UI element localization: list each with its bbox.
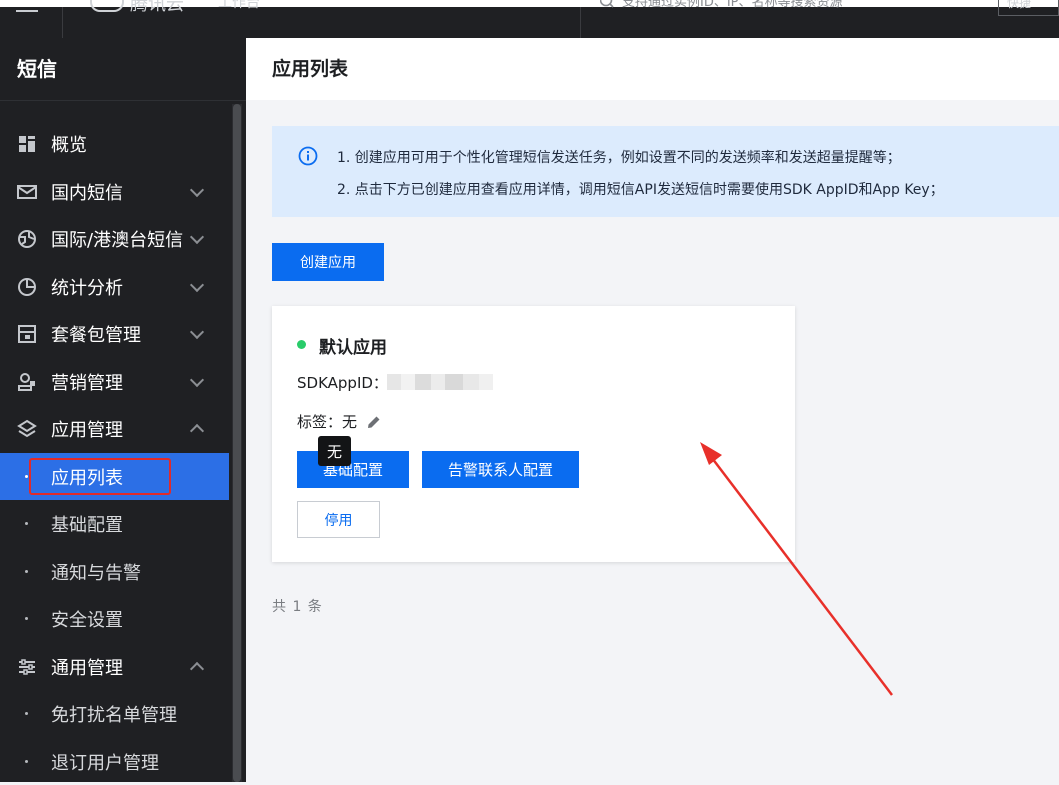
sidebar-subitem-label: 应用列表 [51,467,123,489]
app-name: 默认应用 [319,338,387,358]
sidebar-subitem-label: 通知与告警 [51,562,141,584]
sidebar-subitem-label: 退订用户管理 [51,752,159,774]
bullet-icon [25,617,28,620]
sidebar-item-overview[interactable]: 概览 [0,120,229,167]
sidebar-subitem-label: 安全设置 [51,609,123,631]
total-count: 共 1 条 [272,599,323,615]
sidebar-item-statistics[interactable]: 统计分析 [0,263,229,310]
create-app-button[interactable]: 创建应用 [272,243,384,281]
bullet-icon [25,522,28,525]
sidebar-item-app-management[interactable]: 应用管理 [0,405,229,452]
sidebar-subitem-do-not-disturb[interactable]: 免打扰名单管理 [0,690,229,737]
chevron-down-icon [189,324,205,340]
sidebar-item-label: 概览 [51,134,87,156]
sidebar-item-label: 套餐包管理 [51,324,141,346]
disable-button[interactable]: 停用 [297,501,380,538]
bullet-icon [25,570,28,573]
package-icon [17,324,37,344]
bullet-icon [25,760,28,763]
bullet-icon [25,712,28,715]
sidebar-subitem-security-settings[interactable]: 安全设置 [0,595,229,642]
page-header: 应用列表 [246,38,1059,100]
sidebar-title: 短信 [0,38,246,101]
sdk-appid-value-redacted [387,374,493,390]
sliders-icon [17,657,37,677]
chevron-down-icon [189,182,205,198]
logo[interactable]: 腾讯云 [90,0,186,16]
sidebar-subitem-label: 基础配置 [51,514,123,536]
divider [580,7,581,38]
chevron-up-icon [189,423,205,439]
basic-config-button[interactable]: 基础配置 [297,451,409,488]
notice-line-2: 2. 点击下方已创建应用查看应用详情，调用短信API发送短信时需要使用SDK A… [337,182,944,198]
sidebar-item-label: 统计分析 [51,277,123,299]
cloud-logo-icon [90,0,124,12]
shortcut-button[interactable]: 快捷 [998,0,1059,16]
mail-icon [17,182,37,202]
sidebar-subitem-unsubscribed-users[interactable]: 退订用户管理 [0,738,229,785]
sidebar: 短信 概览 国内短信 国际/港澳台短信 统计分析 套餐包管理 营销管理 应用管理… [0,38,246,782]
chevron-down-icon [189,372,205,388]
sidebar-subitem-notify-alert[interactable]: 通知与告警 [0,548,229,595]
sidebar-item-domestic-sms[interactable]: 国内短信 [0,168,229,215]
sidebar-item-label: 营销管理 [51,372,123,394]
app-card[interactable]: 默认应用 SDKAppID： 标签：无 无 基础配置 告警联系人配置 停用 [272,306,795,562]
sidebar-subitem-app-list[interactable]: 应用列表 [0,453,229,500]
global-search-input[interactable]: 支持通过实例ID、IP、名称等搜索资源 [600,0,960,14]
sidebar-subitem-label: 免打扰名单管理 [51,704,177,726]
logo-text: 腾讯云 [130,0,184,15]
sidebar-item-international-sms[interactable]: 国际/港澳台短信 [0,215,229,262]
tag-tooltip: 无 [318,436,351,466]
sidebar-item-label: 应用管理 [51,419,123,441]
page-title: 应用列表 [272,58,349,80]
sidebar-item-label: 国内短信 [51,182,123,204]
divider [62,7,63,38]
search-icon [600,0,614,8]
globe-icon [17,229,37,249]
grid-icon [17,134,37,154]
status-dot [297,340,306,349]
notice-line-1: 1. 创建应用可用于个性化管理短信发送任务，例如设置不同的发送频率和发送超量提醒… [337,150,901,166]
marketing-icon [17,372,37,392]
menu-icon[interactable] [16,0,38,12]
chevron-up-icon [189,661,205,677]
sidebar-item-general-management[interactable]: 通用管理 [0,643,229,690]
chevron-down-icon [189,277,205,293]
pencil-edit-icon[interactable] [366,414,382,430]
sidebar-item-marketing[interactable]: 营销管理 [0,358,229,405]
layers-icon [17,419,37,439]
info-icon [298,146,318,166]
search-placeholder: 支持通过实例ID、IP、名称等搜索资源 [622,0,843,10]
sidebar-item-package-management[interactable]: 套餐包管理 [0,310,229,357]
sidebar-subitem-basic-config[interactable]: 基础配置 [0,500,229,547]
sidebar-scrollbar-thumb[interactable] [233,104,241,782]
sidebar-item-label: 国际/港澳台短信 [51,229,184,251]
sdk-appid-label: SDKAppID： [297,374,388,392]
info-notice: 1. 创建应用可用于个性化管理短信发送任务，例如设置不同的发送频率和发送超量提醒… [272,126,1059,217]
tag-label: 标签：无 [297,413,358,431]
pie-chart-icon [17,277,37,297]
chevron-down-icon [189,229,205,245]
sidebar-item-label: 通用管理 [51,657,123,679]
workbench-link[interactable]: 工作台 [218,0,260,14]
top-navigation-bar: 腾讯云 工作台 支持通过实例ID、IP、名称等搜索资源 快捷 [0,0,1059,38]
alert-contact-config-button[interactable]: 告警联系人配置 [422,451,579,488]
bullet-icon [25,475,28,478]
